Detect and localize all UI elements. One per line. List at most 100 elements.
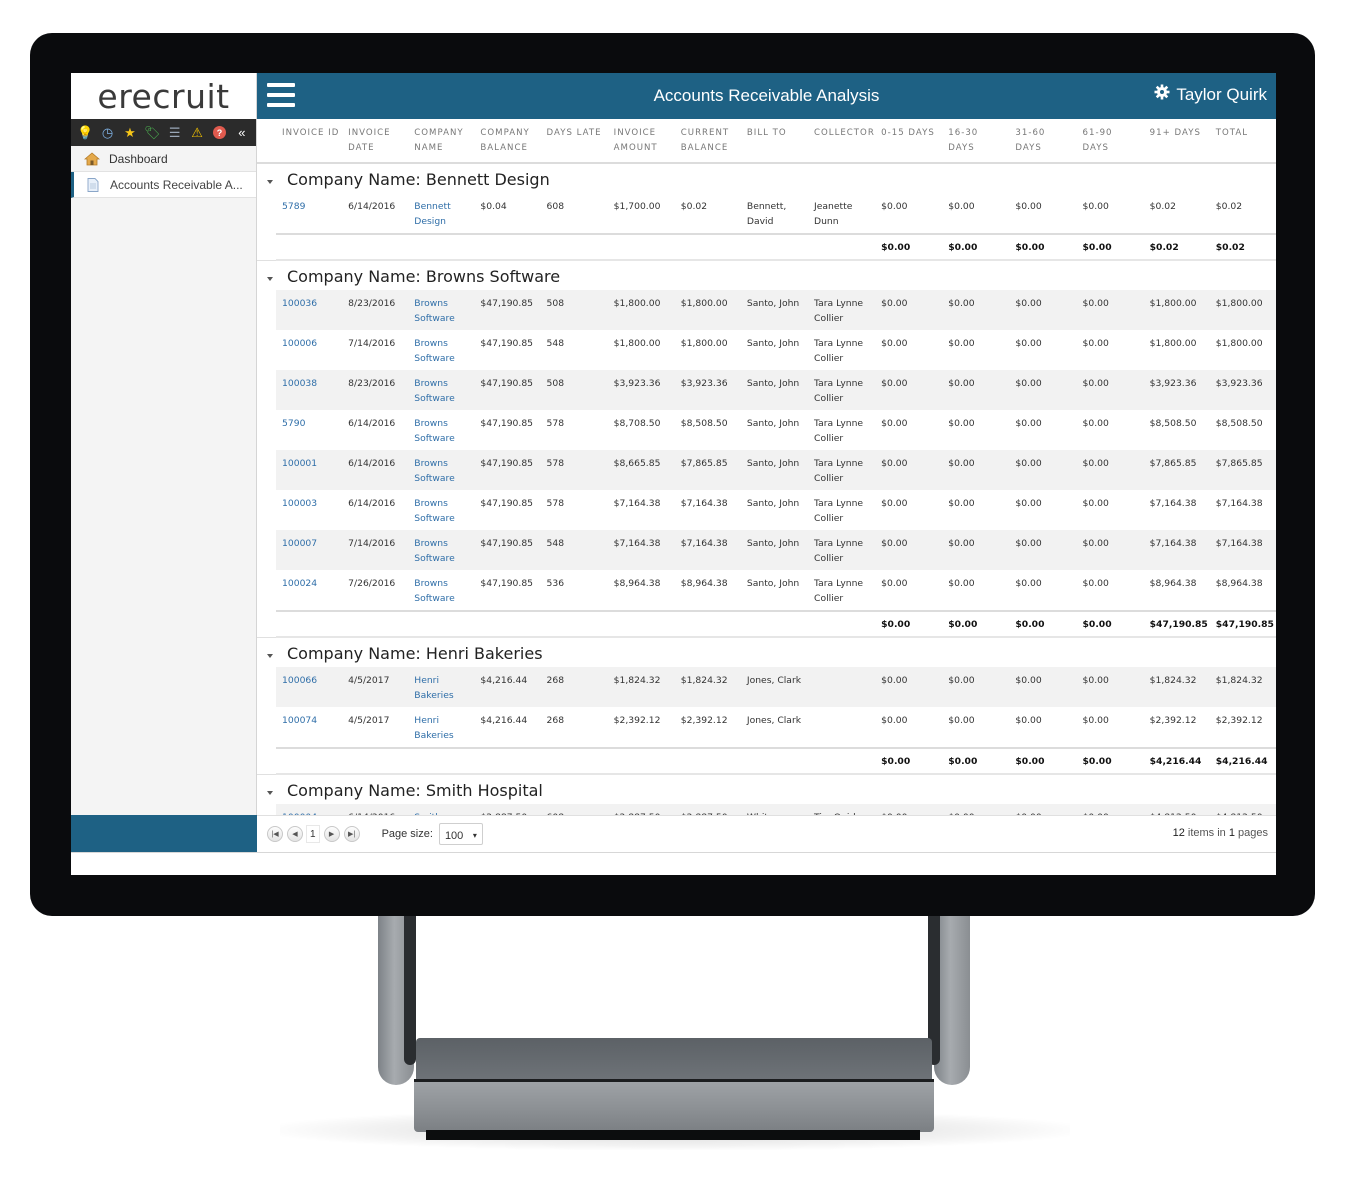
last-page-button[interactable]: ▶| (343, 826, 360, 842)
group-title-name: Browns Software (425, 266, 561, 286)
company-name-link[interactable]: Browns Software (414, 378, 455, 404)
cell-invoice-amount: $8,708.50 (608, 410, 675, 450)
column-header[interactable]: 16-30 DAYS (942, 119, 1010, 164)
table-row[interactable]: 100006 7/14/2016 Browns Software $47,190.85… (257, 330, 1276, 370)
company-name-link[interactable]: Browns Software (414, 458, 455, 484)
next-page-button[interactable]: ▶ (323, 826, 340, 842)
invoice-id-link[interactable]: 100001 (282, 458, 317, 469)
help-icon[interactable]: ? (208, 119, 230, 146)
collapse-caret-icon[interactable] (267, 277, 273, 281)
row-indent-cell (257, 193, 277, 234)
page-size-select[interactable]: 100 ▾ (438, 823, 483, 845)
cell-invoice-id: 100024 (276, 570, 342, 611)
company-name-link[interactable]: Browns Software (414, 298, 455, 324)
list-icon[interactable]: ☰ (164, 119, 186, 146)
footer-cell-current-balance (674, 747, 741, 775)
user-menu[interactable]: Taylor Quirk (1154, 84, 1267, 105)
cell-company-balance: $47,190.85 (474, 530, 541, 570)
collapse-caret-icon[interactable] (267, 654, 273, 658)
column-header[interactable]: COLLECTOR (808, 119, 876, 164)
footer-cell-collector (808, 610, 876, 638)
column-header-text: NAME (414, 143, 444, 153)
invoice-id-link[interactable]: 100036 (282, 298, 317, 309)
cell-d61-90: $0.00 (1076, 667, 1144, 707)
column-header[interactable]: CURRENT BALANCE (674, 119, 741, 164)
column-header[interactable]: DAYS LATE (540, 119, 608, 164)
row-indent-cell (257, 234, 276, 260)
invoice-id-link[interactable]: 100066 (282, 675, 317, 686)
column-header[interactable]: INVOICE DATE (342, 119, 409, 164)
table-row[interactable]: 100007 7/14/2016 Browns Software $47,190.85… (257, 530, 1276, 570)
company-name-link[interactable]: Browns Software (414, 418, 455, 444)
table-row[interactable]: 100074 4/5/2017 Henri Bakeries $4,216.44 268… (257, 707, 1276, 748)
cell-d61-90: $0.00 (1076, 450, 1144, 490)
cell-d91: $0.02 (1144, 193, 1210, 234)
column-header[interactable]: BILL TO (740, 119, 809, 164)
star-icon[interactable]: ★ (119, 119, 141, 146)
cell-d0-15: $0.00 (875, 707, 942, 748)
cell-d0-15: $0.00 (875, 667, 943, 707)
cell-value: 608 (546, 201, 565, 212)
company-name-link[interactable]: Bennett Design (414, 201, 450, 227)
current-page[interactable]: 1 (306, 825, 320, 843)
column-header[interactable]: 91+ DAYS (1143, 119, 1210, 164)
cell-value: Santo, John (746, 298, 800, 309)
column-header[interactable]: TOTAL (1209, 119, 1276, 164)
group-total-value: $0.00 (948, 756, 978, 767)
table-row[interactable]: 5789 6/14/2016 Bennett Design $0.04 608 $1,70… (257, 193, 1276, 234)
collapse-caret-icon[interactable] (267, 180, 273, 184)
cell-days-late: 608 (540, 804, 608, 815)
stand-arm-inner-left (404, 905, 416, 1065)
table-row[interactable]: 100003 6/14/2016 Browns Software $47,190.85… (257, 490, 1276, 530)
company-name-link[interactable]: Henri Bakeries (414, 715, 453, 741)
cell-value: Santo, John (746, 338, 800, 349)
table-row[interactable]: 5790 6/14/2016 Browns Software $47,190.85 57… (257, 410, 1276, 450)
invoice-id-link[interactable]: 100074 (282, 715, 317, 726)
invoice-id-link[interactable]: 100006 (282, 338, 317, 349)
table-row[interactable]: 100036 8/23/2016 Browns Software $47,190.85… (257, 290, 1276, 330)
table-row[interactable]: 100066 4/5/2017 Henri Bakeries $4,216.44 268… (257, 667, 1276, 707)
company-name-link[interactable]: Henri Bakeries (414, 675, 453, 701)
warning-icon[interactable]: ⚠ (186, 119, 208, 146)
cell-invoice-id: 100074 (276, 707, 342, 748)
table-row[interactable]: 100001 6/14/2016 Browns Software $47,190.85… (257, 450, 1276, 490)
column-header[interactable]: 61-90 DAYS (1076, 119, 1144, 164)
company-name-link[interactable]: Browns Software (414, 498, 455, 524)
cell-d31-60: $0.00 (1009, 410, 1076, 450)
column-header[interactable]: INVOICE AMOUNT (607, 119, 675, 164)
company-name-link[interactable]: Browns Software (414, 338, 455, 364)
column-header[interactable]: 0-15 DAYS (875, 119, 943, 164)
column-header[interactable]: INVOICE ID (276, 119, 343, 164)
invoice-id-link[interactable]: 5790 (282, 418, 305, 429)
stand-base-foot (426, 1130, 920, 1140)
collapse-caret-icon[interactable] (267, 791, 273, 795)
table-row[interactable]: 100038 8/23/2016 Browns Software $47,190.85… (257, 370, 1276, 410)
column-header[interactable]: COMPANY BALANCE (474, 119, 541, 164)
column-header[interactable]: 31-60 DAYS (1009, 119, 1077, 164)
first-page-button[interactable]: |◀ (267, 826, 283, 842)
company-name-link[interactable]: Browns Software (414, 578, 455, 604)
table-row[interactable]: 1000046/14/2016Smith Hospital$2,887.5060… (257, 804, 1276, 815)
group-title-prefix: Company Name: (287, 780, 426, 800)
sidebar-item-accounts-receivable[interactable]: Accounts Receivable A... (71, 172, 256, 198)
company-name-link[interactable]: Browns Software (414, 538, 455, 564)
invoice-id-link[interactable]: 100007 (282, 538, 317, 549)
cell-collector: Tara Lynne Collier (808, 570, 875, 611)
group-header-cell: Company Name: Henri Bakeries (257, 636, 1276, 667)
prev-page-button[interactable]: ◀ (287, 826, 303, 842)
cell-total: $1,824.32 (1209, 667, 1276, 707)
sidebar-item-dashboard[interactable]: Dashboard (71, 146, 256, 172)
invoice-id-link[interactable]: 100038 (282, 378, 317, 389)
logo-area[interactable]: erecruit (71, 73, 256, 119)
cell-d31-60: $0.00 (1009, 330, 1076, 370)
invoice-id-link[interactable]: 100003 (282, 498, 317, 509)
clock-icon[interactable]: ◷ (96, 119, 118, 146)
table-row[interactable]: 100024 7/26/2016 Browns Software $47,190.85… (257, 570, 1276, 611)
invoice-id-link[interactable]: 5789 (282, 201, 305, 212)
lightbulb-icon[interactable]: 💡 (74, 119, 96, 146)
tags-icon[interactable]: 🏷 (141, 119, 163, 146)
collapse-icon[interactable]: « (231, 119, 253, 146)
invoice-id-link[interactable]: 100024 (282, 578, 317, 589)
column-header[interactable]: COMPANY NAME (408, 119, 475, 164)
footer-cell-bill-to (740, 610, 809, 638)
